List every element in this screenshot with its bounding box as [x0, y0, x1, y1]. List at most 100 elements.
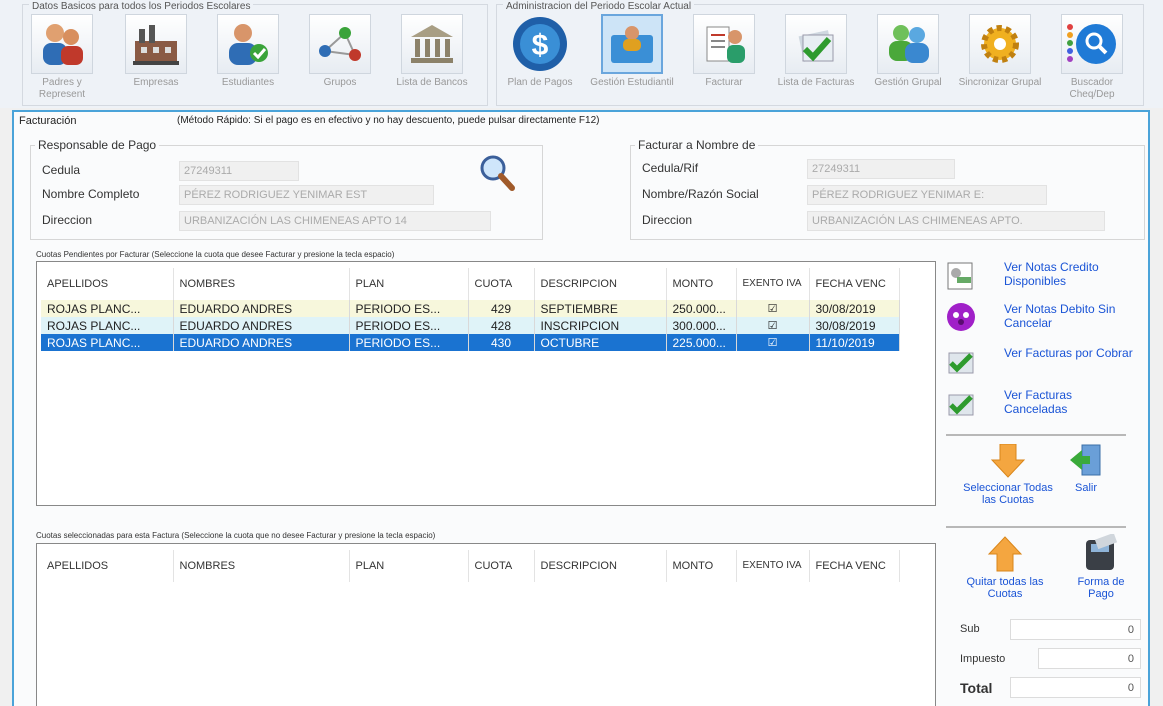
ver-facturas-canceladas-link[interactable]: Ver Facturas Canceladas	[938, 384, 1138, 424]
col-exento-iva[interactable]: EXENTO IVA	[736, 268, 810, 300]
col-nombres[interactable]: NOMBRES	[173, 550, 350, 582]
cell-cuota: 429	[468, 300, 535, 317]
col-plan[interactable]: PLAN	[349, 268, 469, 300]
svg-text:$: $	[532, 29, 549, 62]
table-row-selected[interactable]: ROJAS PLANC... EDUARDO ANDRES PERIODO ES…	[41, 334, 900, 351]
table-row[interactable]: ROJAS PLANC... EDUARDO ANDRES PERIODO ES…	[41, 300, 900, 317]
seleccionar-todas-label: Seleccionar Todas las Cuotas	[963, 482, 1053, 506]
ribbon-toolbar: Datos Basicos para todos los Periodos Es…	[0, 0, 1163, 108]
divider	[946, 434, 1126, 436]
direccion-label: Direccion	[42, 213, 93, 227]
sincronizar-button[interactable]: Sincronizar Grupal	[956, 14, 1044, 106]
col-descripcion[interactable]: DESCRIPCION	[534, 550, 667, 582]
sub-label: Sub	[960, 623, 980, 635]
col-exento-iva[interactable]: EXENTO IVA	[736, 550, 810, 582]
factory-icon	[125, 14, 187, 74]
direccion-field[interactable]: URBANIZACIÓN LAS CHIMENEAS APTO 14	[179, 211, 491, 231]
grupos-button[interactable]: Grupos	[296, 14, 384, 106]
empresas-button[interactable]: Empresas	[112, 14, 200, 106]
nombre-completo-field[interactable]: PÉREZ RODRIGUEZ YENIMAR EST	[179, 185, 434, 205]
pendientes-label: Cuotas Pendientes por Facturar (Seleccio…	[36, 250, 395, 259]
col-apellidos[interactable]: APELLIDOS	[41, 550, 174, 582]
seleccionadas-header-row: APELLIDOS NOMBRES PLAN CUOTA DESCRIPCION…	[41, 550, 900, 582]
lista-facturas-button[interactable]: Lista de Facturas	[772, 14, 860, 106]
ribbon-group-title: Datos Basicos para todos los Periodos Es…	[29, 1, 254, 12]
gestion-grupal-button[interactable]: Gestión Grupal	[864, 14, 952, 106]
cell-fecha: 11/10/2019	[809, 334, 900, 351]
col-descripcion[interactable]: DESCRIPCION	[534, 268, 667, 300]
salir-button[interactable]: Salir	[1056, 442, 1116, 494]
ver-notas-credito-link[interactable]: Ver Notas Credito Disponibles	[938, 256, 1138, 296]
gestion-estudiantil-button[interactable]: Gestión Estudiantil	[588, 14, 676, 106]
nombre-completo-label: Nombre Completo	[42, 187, 140, 201]
cell-monto: 300.000...	[666, 317, 737, 334]
buscador-label: Buscador Cheq/Dep	[1069, 77, 1115, 100]
cell-monto: 250.000...	[666, 300, 737, 317]
cell-nombres: EDUARDO ANDRES	[173, 317, 350, 334]
seleccionadas-grid[interactable]: APELLIDOS NOMBRES PLAN CUOTA DESCRIPCION…	[36, 543, 936, 706]
facturar-button[interactable]: Facturar	[680, 14, 768, 106]
col-cuota[interactable]: CUOTA	[468, 268, 535, 300]
plan-pagos-button[interactable]: $ Plan de Pagos	[496, 14, 584, 106]
cell-descripcion: SEPTIEMBRE	[534, 300, 667, 317]
col-monto[interactable]: MONTO	[666, 268, 737, 300]
direccion-factura-label: Direccion	[642, 213, 693, 227]
col-monto[interactable]: MONTO	[666, 550, 737, 582]
padres-label: Padres y Represent	[38, 77, 86, 100]
col-fecha-venc[interactable]: FECHA VENC	[809, 268, 900, 300]
facturar-label: Facturar	[705, 77, 743, 88]
estudiantes-button[interactable]: Estudiantes	[204, 14, 292, 106]
plan-pagos-label: Plan de Pagos	[507, 77, 573, 88]
padres-button[interactable]: Padres y Represent	[18, 14, 106, 106]
quitar-todas-label: Quitar todas las Cuotas	[966, 576, 1044, 600]
cell-plan: PERIODO ES...	[349, 334, 469, 351]
responsable-legend: Responsable de Pago	[38, 138, 157, 152]
col-cuota[interactable]: CUOTA	[468, 550, 535, 582]
credit-note-icon	[944, 258, 978, 292]
impuesto-label: Impuesto	[960, 653, 1006, 665]
cell-plan: PERIODO ES...	[349, 300, 469, 317]
gestion-estudiantil-label: Gestión Estudiantil	[590, 77, 674, 88]
forma-pago-label: Forma de Pago	[1077, 576, 1125, 600]
cell-apellidos: ROJAS PLANC...	[41, 317, 174, 334]
cell-nombres: EDUARDO ANDRES	[173, 334, 350, 351]
cell-fecha: 30/08/2019	[809, 300, 900, 317]
quitar-todas-button[interactable]: Quitar todas las Cuotas	[958, 536, 1052, 600]
parents-icon	[31, 14, 93, 74]
cell-nombres: EDUARDO ANDRES	[173, 300, 350, 317]
cell-exento-checkbox[interactable]: ☑	[736, 300, 810, 317]
cell-exento-checkbox[interactable]: ☑	[736, 317, 810, 334]
seleccionadas-label: Cuotas seleccionadas para esta Factura (…	[36, 531, 436, 540]
forma-pago-button[interactable]: Forma de Pago	[1066, 534, 1136, 600]
group-icon	[877, 14, 939, 74]
col-plan[interactable]: PLAN	[349, 550, 469, 582]
student-icon	[217, 14, 279, 74]
gestion-grupal-label: Gestión Grupal	[874, 77, 942, 88]
ver-facturas-cobrar-link[interactable]: Ver Facturas por Cobrar	[938, 342, 1138, 382]
invoice-check-icon	[944, 386, 978, 420]
col-apellidos[interactable]: APELLIDOS	[41, 268, 174, 300]
arrow-down-icon	[988, 444, 1028, 478]
side-actions-panel: Ver Notas Credito Disponibles Ver Notas …	[938, 138, 1138, 600]
table-row[interactable]: ROJAS PLANC... EDUARDO ANDRES PERIODO ES…	[41, 317, 900, 334]
cedula-label: Cedula	[42, 163, 81, 177]
cell-exento-checkbox[interactable]: ☑	[736, 334, 810, 351]
pendientes-grid[interactable]: APELLIDOS NOMBRES PLAN CUOTA DESCRIPCION…	[36, 261, 936, 506]
card-terminal-icon	[1081, 534, 1121, 572]
cedula-rif-field[interactable]: 27249311	[807, 159, 955, 179]
arrow-up-icon	[985, 536, 1025, 572]
col-fecha-venc[interactable]: FECHA VENC	[809, 550, 900, 582]
cell-descripcion: INSCRIPCION	[534, 317, 667, 334]
pendientes-table: APELLIDOS NOMBRES PLAN CUOTA DESCRIPCION…	[41, 268, 900, 351]
bancos-button[interactable]: Lista de Bancos	[388, 14, 476, 106]
sync-gear-icon	[969, 14, 1031, 74]
buscador-button[interactable]: Buscador Cheq/Dep	[1048, 14, 1136, 106]
exit-door-icon	[1066, 442, 1106, 478]
col-nombres[interactable]: NOMBRES	[173, 268, 350, 300]
seleccionar-todas-button[interactable]: Seleccionar Todas las Cuotas	[960, 444, 1056, 506]
cell-fecha: 30/08/2019	[809, 317, 900, 334]
network-icon	[309, 14, 371, 74]
ver-notas-debito-link[interactable]: Ver Notas Debito Sin Cancelar	[938, 298, 1138, 338]
cedula-field[interactable]: 27249311	[179, 161, 299, 181]
search-responsable-button[interactable]	[475, 152, 519, 194]
